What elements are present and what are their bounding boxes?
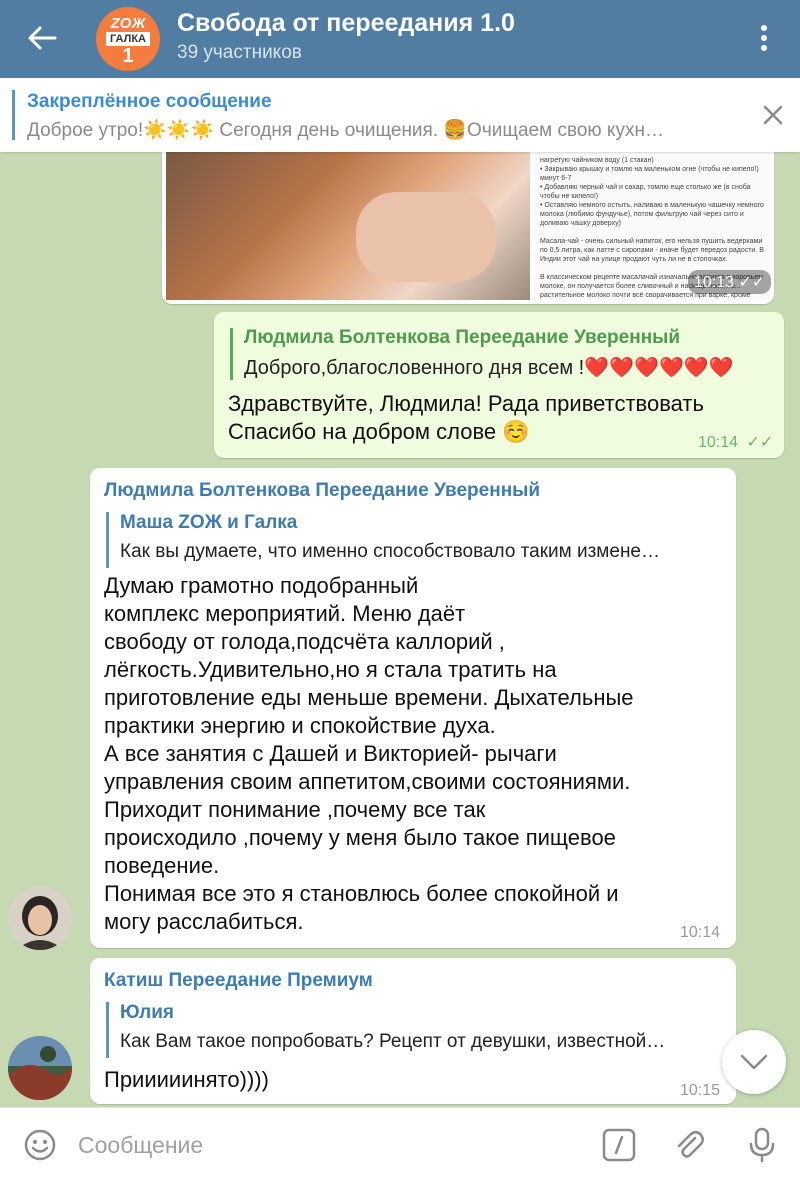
dot-icon [761, 35, 767, 41]
message-input[interactable]: Сообщение [78, 1132, 203, 1159]
incoming-message[interactable]: Людмила Болтенкова Переедание Уверенный … [90, 468, 736, 948]
avatar[interactable] [8, 886, 72, 950]
sender-name[interactable]: Людмила Болтенкова Переедание Уверенный [104, 480, 540, 502]
chat-avatar[interactable]: ZOЖ ГАЛКА 1 [96, 7, 160, 71]
more-menu-button[interactable] [752, 22, 776, 54]
dot-icon [761, 25, 767, 31]
reply-preview[interactable]: Как Вам такое попробовать? Рецепт от дев… [120, 1031, 725, 1053]
message-text: Прииииинято)))) [104, 1067, 269, 1092]
reply-accent-bar [106, 512, 109, 568]
avatar-text-bottom: 1 [122, 45, 134, 67]
microphone-icon [749, 1127, 775, 1163]
message-input-bar: Сообщение [0, 1107, 800, 1181]
reply-author[interactable]: Юлия [120, 1002, 174, 1024]
sender-name[interactable]: Катиш Переедание Премиум [104, 970, 373, 992]
reply-accent-bar [230, 328, 233, 380]
pinned-message-bar[interactable]: Закреплённое сообщение Доброе утро!☀️☀️☀… [0, 78, 800, 152]
slash-command-icon [602, 1128, 636, 1162]
pinned-title: Закреплённое сообщение [27, 91, 272, 112]
user-photo-icon [8, 886, 72, 950]
emoji-button[interactable] [22, 1127, 58, 1163]
reply-author[interactable]: Маша ZOЖ и Галка [120, 512, 297, 534]
time-label: 10:13 [694, 274, 735, 291]
reply-author[interactable]: Людмила Болтенкова Переедание Уверенный [244, 327, 680, 349]
pinned-accent-bar [12, 90, 15, 140]
avatar[interactable] [8, 1036, 72, 1100]
pinned-text: Доброе утро!☀️☀️☀️ Сегодня день очищения… [27, 120, 664, 141]
image-message[interactable]: нагретую чайником воду (1 стакан) • Закр… [162, 152, 774, 304]
message-text: Думаю грамотно подобранный комплекс меро… [104, 573, 634, 934]
message-time: 10:13 ✓✓ [688, 270, 772, 294]
dot-icon [761, 45, 767, 51]
arrow-left-icon [28, 26, 57, 50]
message-time: 10:14 [680, 924, 721, 941]
avatar-text-middle: ГАЛКА [106, 32, 150, 46]
bot-commands-button[interactable] [601, 1127, 637, 1163]
message-time: 10:14 ✓✓ [698, 432, 773, 452]
reply-accent-bar [106, 1002, 109, 1058]
close-pinned-button[interactable] [758, 100, 788, 130]
voice-button[interactable] [744, 1127, 780, 1163]
close-icon [763, 105, 783, 125]
paperclip-icon [677, 1131, 704, 1158]
incoming-message[interactable]: Катиш Переедание Премиум Юлия Как Вам та… [90, 958, 736, 1104]
smile-icon [24, 1129, 56, 1161]
reply-preview[interactable]: Как вы думаете, что именно способствовал… [120, 541, 725, 563]
chat-title[interactable]: Свобода от переедания 1.0 [177, 9, 515, 38]
photo-copper-mug[interactable] [166, 152, 530, 300]
user-photo-icon [8, 1036, 72, 1100]
back-button[interactable] [22, 20, 62, 56]
attach-button[interactable] [672, 1127, 708, 1163]
scroll-down-button[interactable] [722, 1030, 786, 1094]
members-count: 39 участников [177, 42, 302, 63]
double-check-icon: ✓✓ [746, 434, 774, 451]
chevron-down-icon [740, 1054, 768, 1070]
message-time: 10:15 [680, 1082, 721, 1099]
time-label: 10:14 [698, 434, 739, 451]
message-list[interactable]: нагретую чайником воду (1 стакан) • Закр… [0, 152, 800, 1107]
double-check-icon: ✓✓ [738, 274, 766, 291]
reply-preview[interactable]: Доброго,благословенного дня всем !❤️❤️❤️… [244, 355, 774, 380]
avatar-text-top: ZOЖ [110, 15, 146, 32]
photo-hand-shape [356, 192, 496, 282]
chat-header: ZOЖ ГАЛКА 1 Свобода от переедания 1.0 39… [0, 0, 800, 78]
outgoing-message[interactable]: Людмила Болтенкова Переедание Уверенный … [214, 312, 784, 458]
